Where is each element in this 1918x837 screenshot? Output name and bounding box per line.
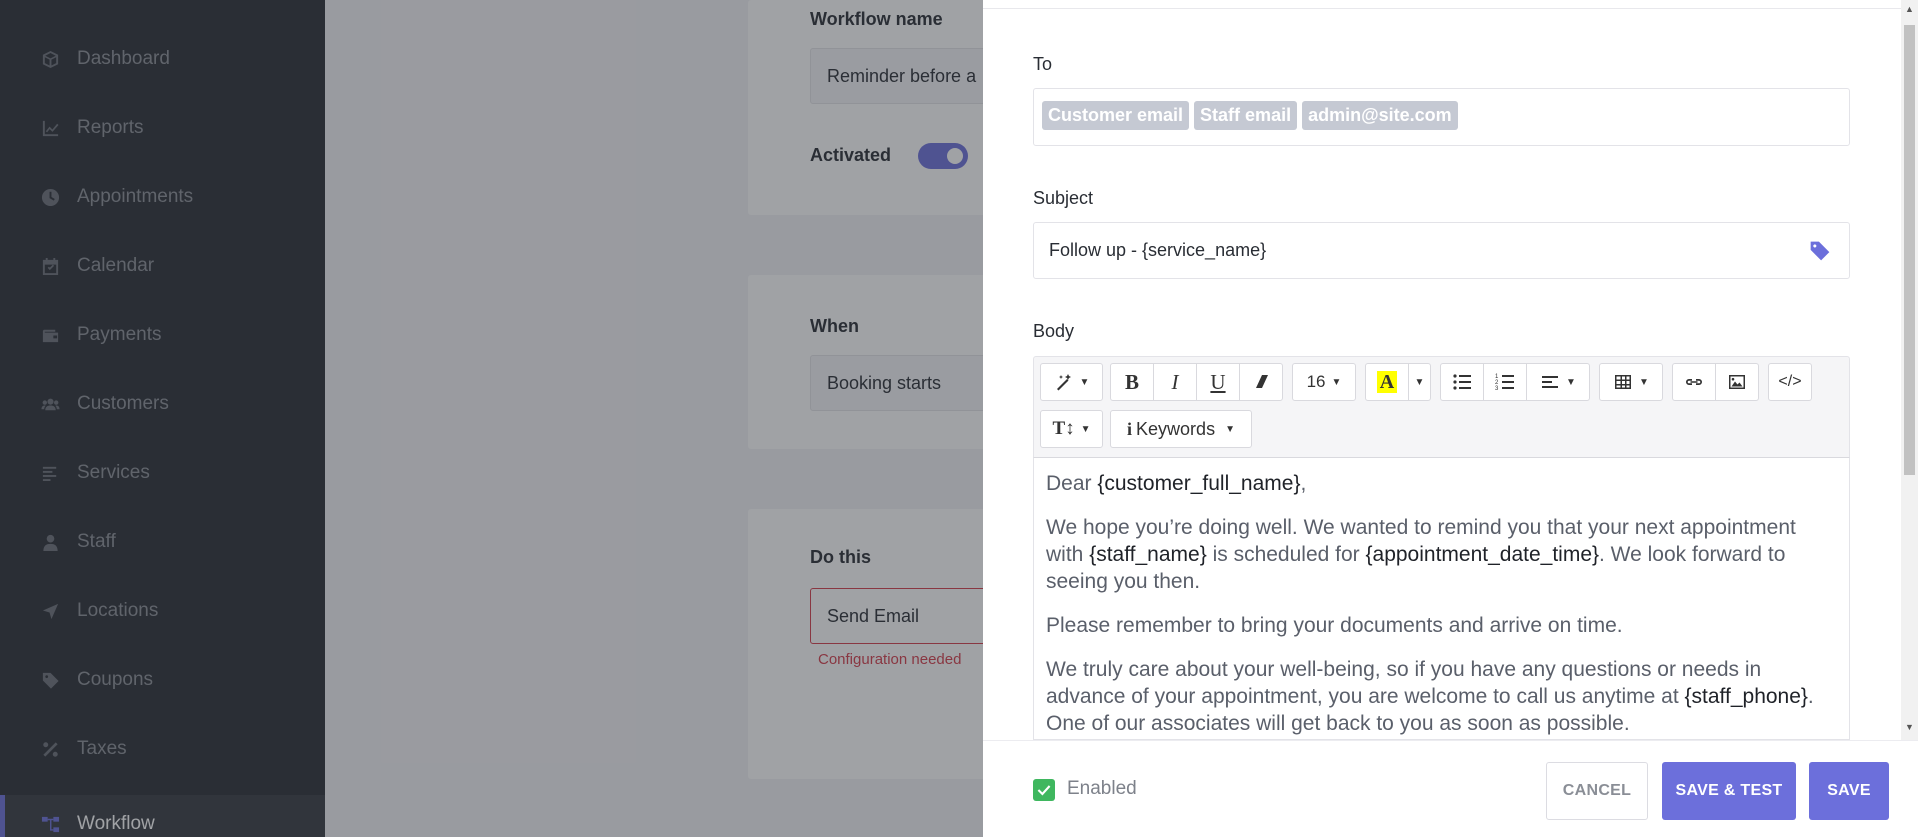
chevron-down-icon: ▼ <box>1080 423 1091 435</box>
keywords-dropdown[interactable]: i Keywords ▼ <box>1110 410 1252 448</box>
text-color-button[interactable]: A <box>1365 363 1409 401</box>
insert-image-button[interactable] <box>1715 363 1759 401</box>
subject-value: Follow up - {service_name} <box>1049 240 1267 260</box>
enabled-label: Enabled <box>1067 778 1137 799</box>
code-icon: </> <box>1778 373 1802 390</box>
chevron-down-icon: ▼ <box>1225 423 1235 435</box>
body-paragraph: Please remember to bring your documents … <box>1046 614 1623 637</box>
cancel-button[interactable]: CANCEL <box>1546 762 1648 820</box>
subject-label: Subject <box>1033 188 1094 208</box>
bullet-list-icon <box>1453 374 1471 390</box>
clear-format-button[interactable] <box>1239 363 1283 401</box>
recipient-tag[interactable]: Staff email <box>1194 101 1298 130</box>
ordered-list-button[interactable]: 123 <box>1483 363 1527 401</box>
align-dropdown[interactable]: ▼ <box>1526 363 1590 401</box>
save-and-test-button[interactable]: SAVE & TEST <box>1662 762 1796 820</box>
eraser-icon <box>1256 375 1268 388</box>
image-icon <box>1729 375 1745 389</box>
chevron-down-icon: ▼ <box>1566 376 1576 388</box>
underline-button[interactable]: U <box>1196 363 1240 401</box>
unordered-list-button[interactable] <box>1440 363 1484 401</box>
table-dropdown[interactable]: ▼ <box>1599 363 1663 401</box>
align-left-icon <box>1542 376 1559 388</box>
scroll-up-icon[interactable]: ▲ <box>1905 4 1914 14</box>
insert-link-button[interactable] <box>1672 363 1716 401</box>
italic-button[interactable]: I <box>1153 363 1197 401</box>
info-icon: i <box>1127 418 1133 439</box>
subject-input[interactable]: Follow up - {service_name} <box>1033 222 1850 279</box>
recipient-tag[interactable]: Customer email <box>1042 101 1190 130</box>
text-height-dropdown[interactable]: T↕ ▼ <box>1040 410 1103 448</box>
font-size-value: 16 <box>1306 372 1326 391</box>
modal-backdrop[interactable] <box>0 0 983 837</box>
to-recipients-field[interactable]: Customer email Staff email admin@site.com <box>1033 88 1850 146</box>
bold-button[interactable]: B <box>1110 363 1154 401</box>
numbered-list-icon: 123 <box>1495 374 1514 392</box>
chevron-down-icon: ▼ <box>1639 376 1649 388</box>
style-button[interactable]: ▼ <box>1040 363 1103 401</box>
code-view-button[interactable]: </> <box>1768 363 1812 401</box>
panel-footer: Enabled CANCEL SAVE & TEST SAVE <box>983 740 1918 837</box>
save-button[interactable]: SAVE <box>1809 762 1889 820</box>
tag-icon[interactable] <box>1809 240 1831 262</box>
editor-toolbar: ▼ B I U 16 ▼ A ▼ 123 ▼ ▼ </> T↕ ▼ i Keyw… <box>1033 356 1850 457</box>
email-settings-panel: To Customer email Staff email admin@site.c… <box>983 0 1918 837</box>
divider <box>983 8 1918 9</box>
checkmark-icon <box>1037 785 1051 796</box>
body-paragraph: We truly care about your well-being, so … <box>1046 658 1814 735</box>
color-dropdown[interactable]: ▼ <box>1408 363 1431 401</box>
enabled-checkbox[interactable] <box>1033 779 1055 801</box>
bold-icon: B <box>1124 369 1139 394</box>
table-icon <box>1615 375 1632 389</box>
scrollbar-thumb[interactable] <box>1904 25 1915 475</box>
body-editor[interactable]: Dear {customer_full_name}, We hope you’r… <box>1033 457 1850 740</box>
keywords-label: Keywords <box>1136 418 1216 439</box>
text-height-icon: T↕ <box>1052 418 1075 439</box>
chevron-down-icon: ▼ <box>1331 376 1342 388</box>
italic-icon: I <box>1171 369 1179 394</box>
to-label: To <box>1033 54 1053 74</box>
body-paragraph: We hope you’re doing well. We wanted to … <box>1046 516 1796 593</box>
underline-icon: U <box>1210 369 1226 394</box>
magic-wand-icon <box>1056 374 1071 391</box>
scroll-down-icon[interactable]: ▼ <box>1905 722 1914 732</box>
body-paragraph: Dear {customer_full_name}, <box>1046 472 1307 495</box>
font-size-dropdown[interactable]: 16 ▼ <box>1292 363 1356 401</box>
chevron-down-icon: ▼ <box>1079 376 1090 388</box>
highlight-color-icon: A <box>1376 371 1398 393</box>
panel-scrollbar[interactable]: ▲ ▼ <box>1901 0 1918 740</box>
link-icon <box>1686 379 1702 385</box>
body-label: Body <box>1033 321 1075 341</box>
chevron-down-icon: ▼ <box>1414 376 1425 388</box>
recipient-tag[interactable]: admin@site.com <box>1302 101 1458 130</box>
svg-text:3: 3 <box>1495 386 1499 392</box>
